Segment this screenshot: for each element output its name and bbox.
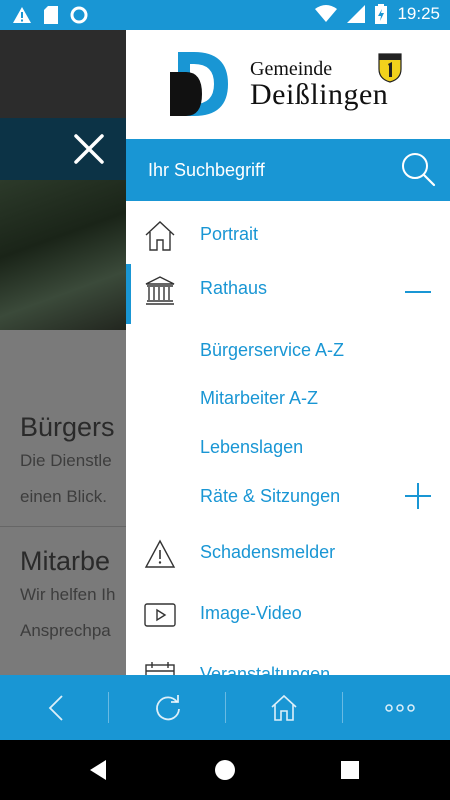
background-card: Mitarbe Wir helfen Ih Ansprechpa (20, 546, 115, 649)
background-card-text: einen Blick. (20, 487, 107, 506)
refresh-icon (156, 694, 180, 720)
background-card-heading: Mitarbe (20, 546, 111, 576)
menu-item-veranstaltungen[interactable]: Veranstaltungen (126, 650, 450, 675)
background-card: Bürgers Die Dienstle einen Blick. (20, 412, 115, 515)
status-icons-right: 19:25 (315, 4, 440, 24)
submenu-item-lebenslagen[interactable]: Lebenslagen (200, 437, 303, 458)
more-button[interactable] (344, 675, 450, 740)
background-header (0, 30, 126, 118)
menu-item-portrait[interactable]: Portrait (126, 210, 450, 260)
toolbar-divider (225, 692, 226, 723)
nav-recents-icon[interactable] (335, 755, 365, 785)
coat-of-arms-icon (378, 53, 402, 83)
nav-home-icon[interactable] (210, 755, 240, 785)
toolbar-divider (108, 692, 109, 723)
menu-item-label: Schadensmelder (200, 542, 336, 562)
background-card-text: Wir helfen Ih (20, 585, 116, 604)
menu-item-schadensmelder[interactable]: Schadensmelder (126, 528, 450, 578)
status-icons-left (12, 6, 88, 24)
submenu-item-raete-sitzungen[interactable]: Räte & Sitzungen (200, 486, 340, 507)
close-icon[interactable] (72, 132, 106, 166)
town-hall-icon (145, 276, 175, 305)
toolbar-divider (342, 692, 343, 723)
menu-item-label: Image-Video (200, 603, 302, 623)
collapse-minus-icon[interactable] (404, 278, 432, 306)
more-icon (385, 703, 415, 712)
menu-item-label: Veranstaltungen (200, 664, 331, 675)
drawer-close-bar[interactable] (0, 118, 126, 180)
refresh-button[interactable] (112, 675, 224, 740)
home-icon (271, 694, 297, 721)
status-time: 19:25 (397, 4, 440, 23)
back-button[interactable] (0, 675, 112, 740)
background-card-text: Die Dienstle (20, 451, 112, 470)
nav-back-icon[interactable] (84, 755, 114, 785)
menu-item-image-video[interactable]: Image-Video (126, 589, 450, 639)
sd-card-icon (44, 6, 58, 24)
play-icon (144, 603, 176, 627)
logo-text-deisslingen: Deißlingen (250, 78, 389, 111)
navigation-drawer: Gemeinde Deißlingen Portrait Rathaus Bür… (126, 30, 450, 675)
background-card-text: Ansprechpa (20, 621, 111, 640)
warning-notification-icon (13, 7, 31, 23)
search-icon[interactable] (400, 151, 436, 187)
background-hero-image (0, 180, 126, 330)
municipality-logo[interactable]: Gemeinde Deißlingen (126, 30, 450, 140)
system-navigation-bar (0, 740, 450, 800)
deisslingen-d-logo-icon (170, 52, 228, 116)
menu-item-label: Portrait (200, 224, 259, 244)
menu-item-label: Rathaus (200, 278, 268, 298)
circle-notification-icon (70, 6, 88, 24)
divider (0, 526, 126, 527)
background-page: Bürgers Die Dienstle einen Blick. Mitarb… (0, 30, 126, 675)
search-bar (126, 139, 450, 201)
house-icon (145, 221, 175, 251)
warning-icon (144, 539, 176, 568)
expand-plus-icon[interactable] (404, 482, 432, 510)
bottom-toolbar (0, 675, 450, 740)
search-input[interactable] (148, 157, 388, 183)
home-button[interactable] (228, 675, 340, 740)
background-content: Bürgers Die Dienstle einen Blick. Mitarb… (0, 330, 126, 675)
signal-icon (347, 5, 366, 23)
back-icon (48, 694, 63, 721)
calendar-icon (145, 662, 175, 675)
background-card-heading: Bürgers (20, 412, 115, 442)
active-indicator (126, 264, 131, 324)
battery-charging-icon (375, 4, 388, 24)
status-bar: 19:25 (0, 0, 450, 30)
wifi-icon (315, 5, 338, 22)
submenu-item-buergerservice[interactable]: Bürgerservice A-Z (200, 340, 344, 361)
submenu-item-mitarbeiter[interactable]: Mitarbeiter A-Z (200, 388, 318, 409)
menu-item-rathaus[interactable]: Rathaus (126, 264, 450, 324)
